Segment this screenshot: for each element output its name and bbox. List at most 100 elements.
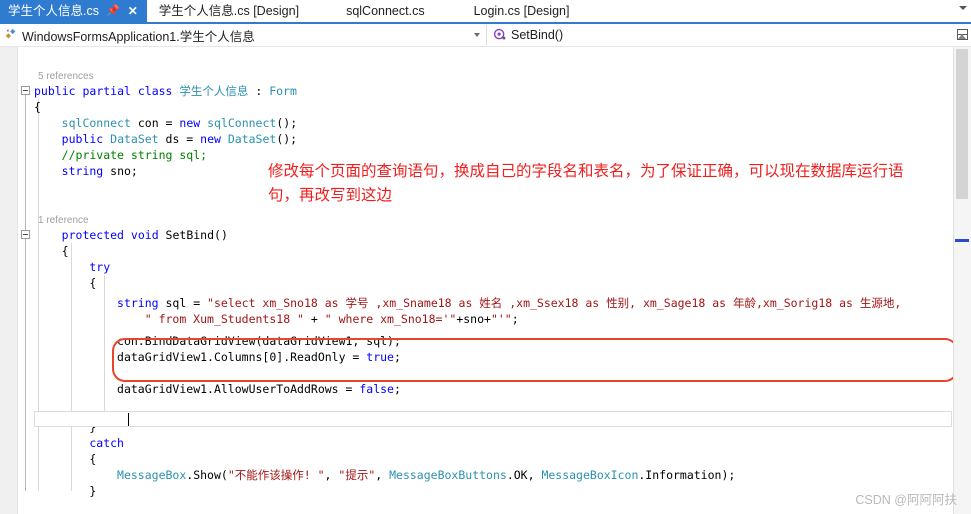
code-token: " where xm_Sno18='" (324, 312, 457, 326)
code-token: MessageBoxButtons (389, 468, 507, 482)
code-line[interactable]: dataGridView1.Columns[0].ReadOnly = true… (117, 349, 401, 365)
code-line[interactable]: string sql = "select xm_Sno18 as 学号 ,xm_… (117, 295, 901, 311)
code-token: Form (269, 84, 297, 98)
tab-label: Login.cs [Design] (473, 4, 570, 18)
code-token: +sno+ (456, 312, 491, 326)
code-line[interactable]: public partial class 学生个人信息 : Form (34, 83, 297, 99)
code-line[interactable]: { (89, 451, 96, 467)
code-token: ; (393, 350, 401, 364)
text-caret (128, 413, 129, 426)
code-token: "提示" (338, 468, 376, 482)
code-editor[interactable]: 5 references 1 reference public partial cl… (0, 47, 971, 514)
code-token: try (89, 260, 111, 274)
tab-label: 学生个人信息.cs (8, 4, 99, 18)
tab-sqlconnect-cs[interactable]: sqlConnect.cs (308, 0, 434, 22)
code-line[interactable]: public DataSet ds = new DataSet(); (62, 131, 297, 147)
code-line[interactable]: } (89, 483, 96, 499)
class-dropdown[interactable]: WindowsFormsApplication1.学生个人信息 (0, 25, 486, 45)
pin-icon[interactable]: 📌 (106, 5, 120, 17)
class-dropdown-value: WindowsFormsApplication1.学生个人信息 (22, 29, 255, 44)
tab-student-info-cs[interactable]: 学生个人信息.cs 📌 ✕ (0, 0, 147, 22)
code-token: string (61, 164, 111, 178)
navigation-bar: WindowsFormsApplication1.学生个人信息 SetBind(… (0, 24, 971, 47)
editor-tab-strip: 学生个人信息.cs 📌 ✕ 学生个人信息.cs [Design] sqlConn… (0, 0, 971, 24)
tab-label: sqlConnect.cs (346, 4, 425, 18)
code-token: , (324, 468, 339, 482)
fold-toggle-method[interactable] (21, 230, 30, 239)
chevron-down-icon[interactable] (959, 6, 967, 10)
code-token: ; (393, 382, 401, 396)
code-token: SetBind (165, 228, 215, 242)
code-token: { (89, 276, 97, 290)
code-token: () (214, 228, 228, 242)
code-token: DataSet (110, 132, 159, 146)
code-token: string (117, 296, 166, 310)
code-line[interactable]: sqlConnect con = new sqlConnect(); (62, 115, 297, 131)
code-line[interactable]: " from Xum_Students18 " + " where xm_Sno… (145, 311, 519, 327)
code-line[interactable]: { (89, 275, 96, 291)
code-token: "select xm_Sno18 as 学号 ,xm_Sname18 as 姓名… (207, 296, 902, 310)
code-token: void (130, 228, 166, 242)
vertical-scrollbar[interactable] (953, 34, 971, 514)
code-token: new (200, 132, 228, 146)
code-token: false (359, 382, 394, 396)
code-token: + (303, 312, 325, 326)
code-line[interactable]: { (62, 243, 69, 259)
code-token: con.BindDataGridView(dataGridView1, sql)… (117, 334, 401, 348)
code-token: .Show( (186, 468, 228, 482)
code-line[interactable]: catch (89, 435, 124, 451)
code-token: sql = (165, 296, 208, 310)
indent-guide (38, 99, 39, 491)
code-token: { (61, 244, 69, 258)
outlining-margin[interactable] (18, 47, 34, 514)
code-token: true (366, 350, 394, 364)
code-token: MessageBoxIcon (541, 468, 639, 482)
code-token: , (375, 468, 390, 482)
code-token: (); (276, 132, 298, 146)
scrollbar-edit-marker (955, 239, 969, 242)
code-token: sqlConnect (61, 116, 131, 130)
code-line[interactable]: { (34, 99, 41, 115)
fold-guide-line (25, 91, 26, 491)
code-line[interactable]: //private string sql; (62, 147, 207, 163)
code-token: con = (130, 116, 180, 130)
indent-guide (104, 275, 105, 419)
current-line-highlight (34, 411, 952, 427)
member-dropdown-value: SetBind() (511, 28, 564, 42)
code-token: : (248, 84, 270, 98)
code-token: sno; (110, 164, 138, 178)
tab-label: 学生个人信息.cs [Design] (158, 4, 300, 18)
code-text-area[interactable]: 5 references 1 reference public partial cl… (34, 47, 954, 514)
indent-guide (71, 243, 72, 491)
code-line[interactable]: MessageBox.Show("不能作该操作! ", "提示", Messag… (117, 467, 735, 483)
scrollbar-thumb[interactable] (956, 49, 968, 199)
annotation-text: 修改每个页面的查询语句，换成自己的字段名和表名，为了保证正确，可以现在数据库运行… (268, 163, 904, 204)
code-token: class (137, 84, 180, 98)
close-icon[interactable]: ✕ (128, 5, 138, 17)
code-line[interactable]: protected void SetBind() (62, 227, 228, 243)
code-token: } (89, 484, 97, 498)
code-token: " from Xum_Students18 " (144, 312, 304, 326)
code-token: { (89, 452, 97, 466)
tab-login-cs-design[interactable]: Login.cs [Design] (434, 0, 579, 22)
code-line[interactable]: string sno; (62, 163, 138, 179)
code-token: dataGridView1.Columns[0].ReadOnly = (117, 350, 367, 364)
code-token: MessageBox (117, 468, 187, 482)
chevron-up-icon[interactable] (958, 34, 966, 39)
code-token: .OK, (506, 468, 542, 482)
method-symbol-icon (493, 28, 506, 40)
tab-student-info-cs-design[interactable]: 学生个人信息.cs [Design] (147, 0, 308, 22)
code-token: public (61, 132, 111, 146)
code-token: .Information); (638, 468, 736, 482)
member-dropdown[interactable]: SetBind() (486, 25, 971, 45)
code-token: 学生个人信息 (179, 84, 249, 98)
class-symbol-icon (5, 28, 16, 39)
fold-toggle-class[interactable] (21, 86, 30, 95)
chevron-down-icon[interactable] (474, 33, 480, 37)
code-line[interactable]: try (89, 259, 110, 275)
code-token: catch (89, 436, 124, 450)
watermark: CSDN @阿阿阿扶 (855, 493, 957, 507)
indicator-margin[interactable] (0, 47, 18, 514)
code-line[interactable]: dataGridView1.AllowUserToAddRows = false… (117, 381, 401, 397)
code-line[interactable]: con.BindDataGridView(dataGridView1, sql)… (117, 333, 401, 349)
